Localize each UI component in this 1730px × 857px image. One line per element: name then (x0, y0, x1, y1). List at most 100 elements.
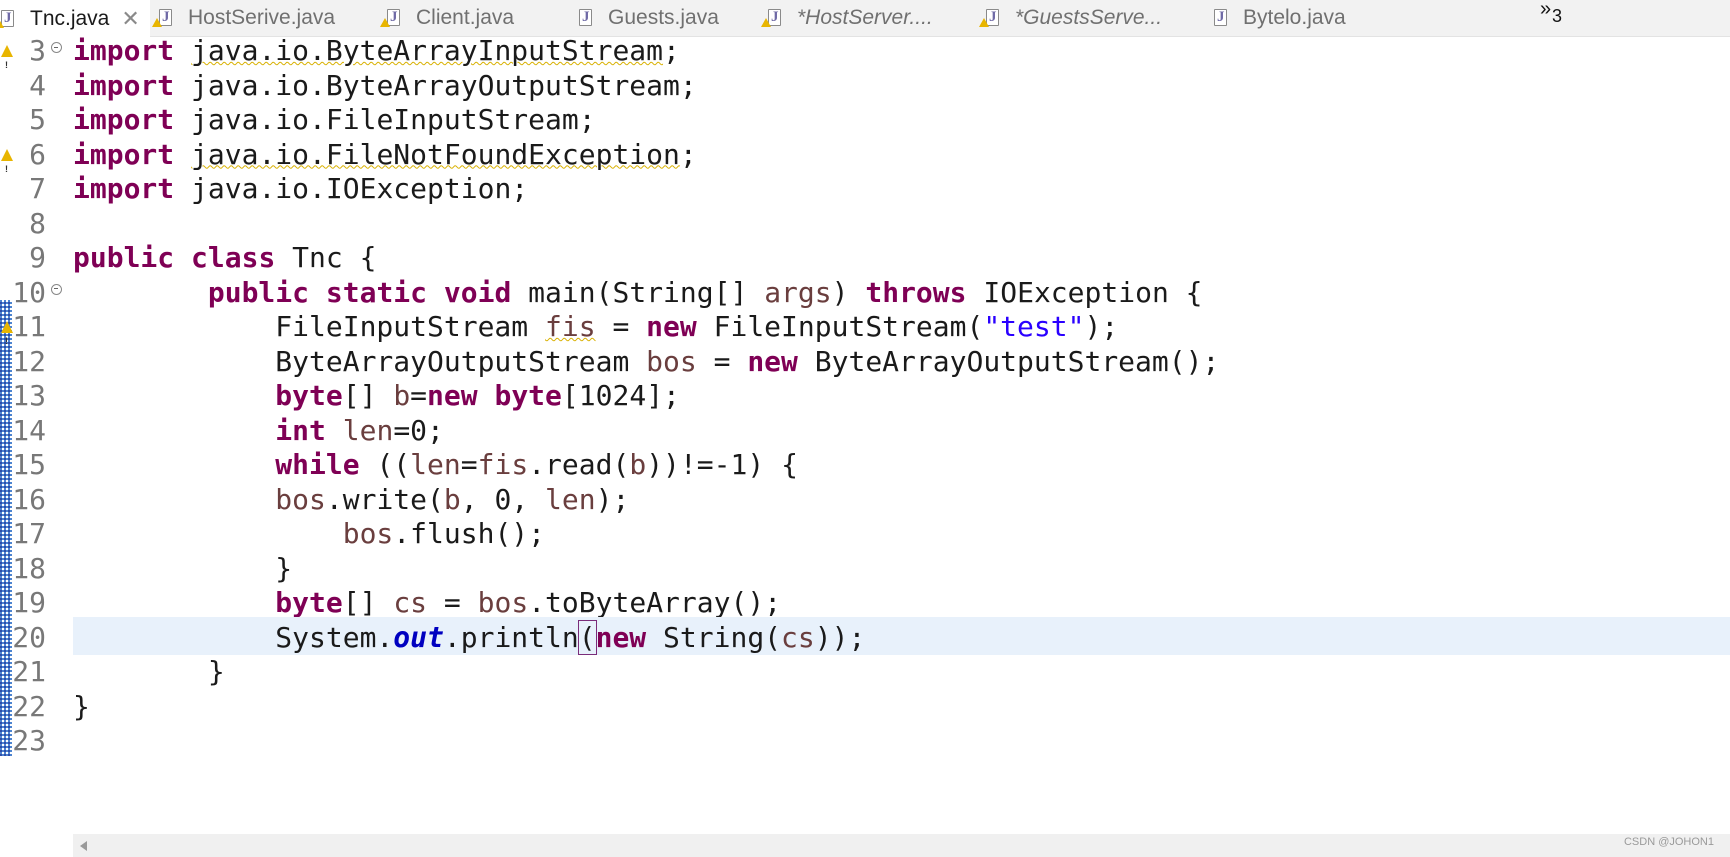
warning-icon[interactable] (1, 45, 13, 84)
line-number: 21 (12, 655, 46, 688)
code-token: import (73, 68, 175, 102)
code-token: .println (443, 620, 579, 654)
code-token: b (629, 448, 647, 481)
code-line[interactable]: 16 bos.write(b, 0, len); (0, 481, 1730, 519)
warning-icon (0, 18, 4, 28)
tab-6[interactable]: J *GuestsServe... (979, 0, 1205, 36)
code-line[interactable]: 10 public static void main(String[] args… (0, 274, 1730, 312)
tab-7[interactable]: J Bytelo.java (1213, 0, 1383, 36)
tab-2[interactable]: J HostSerive.java (152, 0, 378, 36)
line-number: 15 (12, 448, 46, 481)
code-token: java.io.IOException; (174, 172, 529, 205)
code-line[interactable]: 12 ByteArrayOutputStream bos = new ByteA… (0, 343, 1730, 381)
code-line[interactable]: 22} (0, 688, 1730, 726)
close-tab-icon[interactable]: ✕ (121, 7, 139, 30)
code-line[interactable]: 21 } (0, 653, 1730, 691)
code-editor[interactable]: 3import java.io.ByteArrayInputStream;4 im… (0, 34, 1730, 757)
code-line[interactable]: 4 import java.io.ByteArrayOutputStream; (0, 67, 1730, 105)
code-token: .flush(); (393, 517, 546, 550)
warning-icon[interactable] (1, 321, 13, 360)
code-text: import java.io.FileInputStream; (73, 101, 596, 139)
code-token: import (73, 137, 175, 171)
code-token: ( (577, 619, 597, 655)
code-token: byte (275, 586, 343, 619)
code-line[interactable]: 15 while ((len=fis.read(b))!=-1) { (0, 446, 1730, 484)
code-token: new (595, 620, 647, 654)
code-token: ByteArrayOutputStream (73, 344, 647, 378)
code-line[interactable]: 7 import java.io.IOException; (0, 170, 1730, 208)
code-token: ; (663, 34, 680, 67)
code-text: while ((len=fis.read(b))!=-1) { (73, 446, 798, 484)
code-token: cs (393, 586, 428, 619)
line-number: 7 (29, 172, 46, 205)
code-token: ; (679, 137, 697, 171)
line-number: 23 (12, 724, 46, 757)
code-text: import java.io.FileNotFoundException; (73, 136, 697, 174)
fold-collapse-icon[interactable] (51, 283, 62, 295)
code-token: FileInputStream (73, 310, 546, 343)
line-number: 22 (12, 689, 46, 723)
line-number: 20 (12, 620, 46, 654)
fold-collapse-icon[interactable] (51, 42, 62, 53)
code-line[interactable]: 18 } (0, 550, 1730, 588)
line-number: 12 (12, 344, 46, 378)
horizontal-scrollbar[interactable] (73, 834, 1730, 857)
code-line[interactable]: 14 int len=0; (0, 412, 1730, 450)
code-text: FileInputStream fis = new FileInputStrea… (73, 308, 1118, 346)
code-line[interactable]: 17 bos.flush(); (0, 515, 1730, 553)
code-line[interactable]: 11 FileInputStream fis = new FileInputSt… (0, 308, 1730, 360)
code-token: (( (359, 448, 411, 481)
warning-icon[interactable] (1, 148, 13, 188)
tab-5[interactable]: J *HostServer.... (761, 0, 977, 36)
code-text: import java.io.ByteArrayOutputStream; (73, 67, 697, 105)
code-token: new (747, 344, 798, 378)
code-text: bos.write(b, 0, len); (73, 481, 629, 519)
code-token: len (342, 413, 394, 447)
code-token: main(String[] (511, 275, 765, 309)
code-token: )); (814, 620, 866, 654)
code-token: b (393, 379, 411, 412)
code-text: ByteArrayOutputStream bos = new ByteArra… (73, 343, 1219, 381)
code-token: "test" (983, 310, 1085, 343)
line-number: 4 (29, 68, 46, 102)
code-token: public (73, 241, 175, 274)
code-token: java.io.ByteArrayOutputStream; (174, 68, 697, 102)
code-token: args (764, 275, 832, 309)
code-line[interactable]: 9 public class Tnc { (0, 239, 1730, 277)
java-file-icon: J (979, 8, 1001, 28)
code-token: = (410, 379, 428, 412)
code-token: bos (342, 517, 394, 550)
code-text: public class Tnc { (73, 239, 376, 277)
line-number: 16 (12, 482, 46, 516)
code-token: throws (865, 275, 967, 309)
java-file-icon: J (152, 8, 174, 28)
code-line[interactable]: 20 System.out.println(new String(cs)); (0, 619, 1730, 657)
code-token: import (73, 34, 175, 67)
code-line[interactable]: 5 import java.io.FileInputStream; (0, 101, 1730, 139)
code-text: } (73, 653, 225, 691)
code-line[interactable]: 8 (0, 205, 1730, 243)
code-text: public static void main(String[] args) t… (73, 274, 1203, 312)
code-text: bos.flush(); (73, 515, 545, 553)
tab-4[interactable]: J Guests.java (578, 0, 760, 36)
code-line[interactable]: 6import java.io.FileNotFoundException; (0, 136, 1730, 188)
tab-3[interactable]: J Client.java (380, 0, 571, 36)
java-file-icon: J (578, 8, 594, 28)
line-number: 13 (12, 379, 46, 412)
tab-label: HostSerive.java (188, 6, 336, 29)
scroll-left-icon[interactable] (80, 841, 87, 851)
code-token: import (73, 172, 175, 205)
code-line[interactable]: 23 (0, 722, 1730, 760)
code-line[interactable]: 3import java.io.ByteArrayInputStream; (0, 32, 1730, 84)
code-line[interactable]: 13 byte[] b=new byte[1024]; (0, 377, 1730, 415)
code-token: ) (831, 275, 866, 309)
code-token: = (696, 344, 748, 378)
